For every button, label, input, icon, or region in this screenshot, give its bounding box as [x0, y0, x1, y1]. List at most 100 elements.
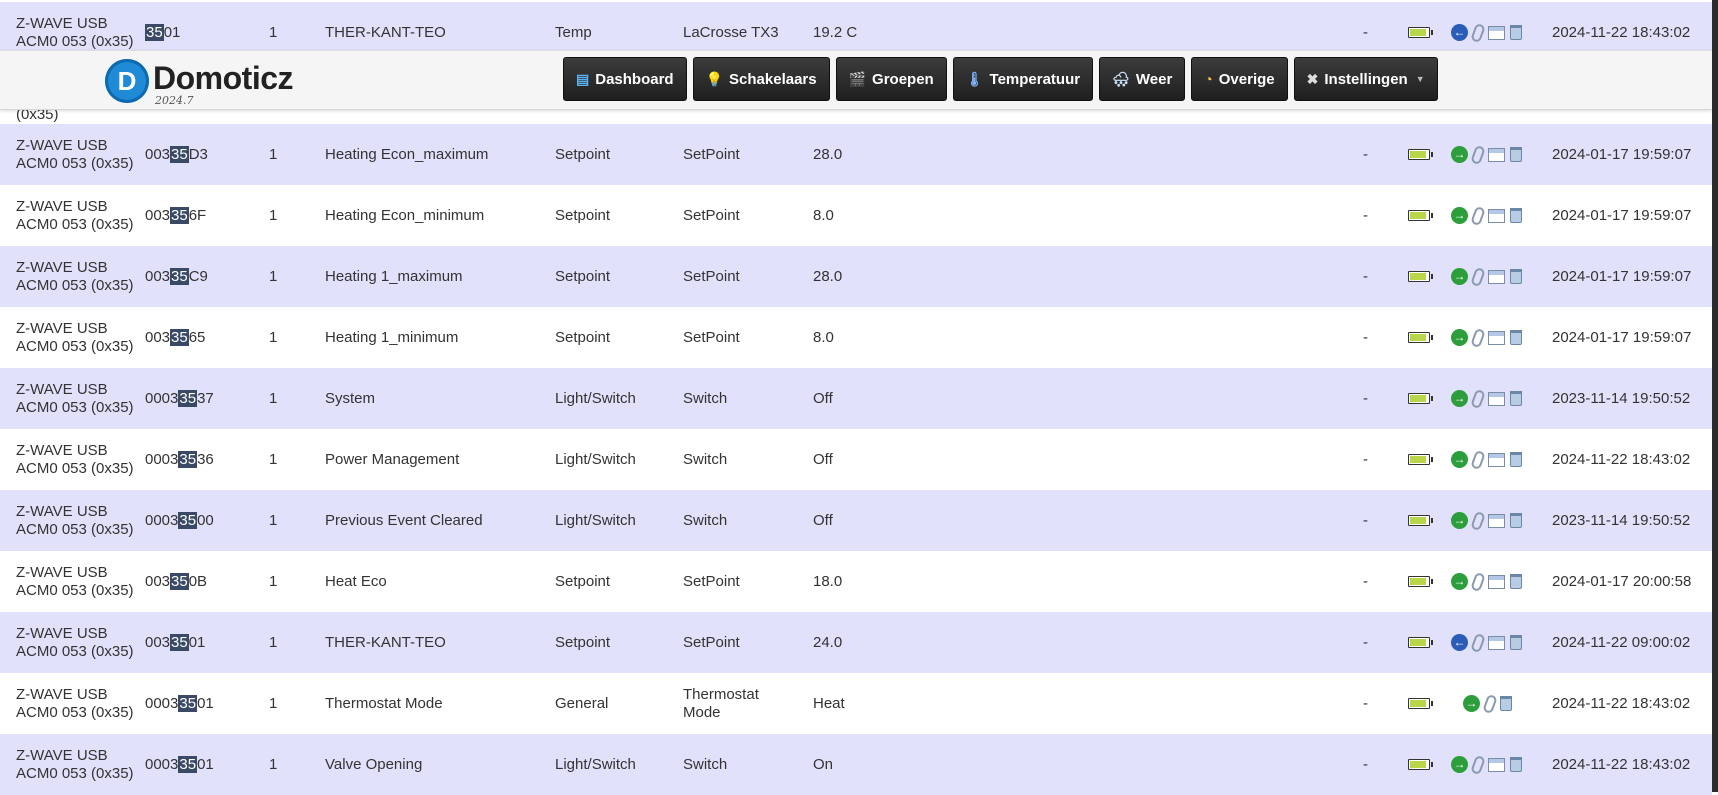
table-row[interactable]: Z-WAVE USB ACM0 053 (0x35) 003 35 65 1 Heatin… — [0, 307, 1712, 368]
add-to-dashboard-icon[interactable]: → — [1451, 268, 1468, 285]
trash-icon[interactable] — [1510, 574, 1522, 589]
unit-cell: 1 — [269, 756, 278, 773]
log-icon[interactable] — [1488, 513, 1505, 528]
edit-icon[interactable] — [1470, 205, 1486, 226]
table-row[interactable]: Z-WAVE USB ACM0 053 (0x35) 003 35 6F 1 Heatin… — [0, 185, 1712, 246]
search-highlight: 35 — [170, 329, 189, 346]
edit-icon[interactable] — [1470, 510, 1486, 531]
add-to-dashboard-icon[interactable]: → — [1451, 451, 1468, 468]
trash-icon[interactable] — [1500, 696, 1512, 711]
add-to-dashboard-icon[interactable]: → — [1451, 146, 1468, 163]
trash-icon[interactable] — [1510, 391, 1522, 406]
add-to-dashboard-icon[interactable]: → — [1463, 695, 1480, 712]
table-row[interactable]: Z-WAVE USB ACM0 053 (0x35) 003 35 0B 1 Heat E… — [0, 551, 1712, 612]
nav-groepen-button[interactable]: 🎬 Groepen — [835, 57, 947, 101]
signal-cell: - — [1363, 512, 1368, 529]
log-icon[interactable] — [1488, 574, 1505, 589]
type-cell: Setpoint — [555, 573, 611, 590]
table-row[interactable]: Z-WAVE USB ACM0 053 (0x35) 0003 35 01 1 Valve… — [0, 734, 1712, 795]
remove-from-dashboard-icon[interactable]: ← — [1451, 634, 1468, 651]
add-to-dashboard-icon[interactable]: → — [1451, 329, 1468, 346]
nav-temperatuur-button[interactable]: 🌡 Temperatuur — [952, 57, 1094, 101]
remove-from-dashboard-icon[interactable]: ← — [1451, 24, 1468, 41]
trash-icon[interactable] — [1510, 147, 1522, 162]
trash-icon[interactable] — [1510, 25, 1522, 40]
edit-icon[interactable] — [1470, 144, 1486, 165]
scrollbar[interactable] — [1712, 0, 1718, 792]
nav-weer-button[interactable]: 🌨 Weer — [1099, 57, 1186, 101]
edit-icon[interactable] — [1470, 388, 1486, 409]
log-icon[interactable] — [1488, 208, 1505, 223]
battery-icon — [1408, 149, 1433, 160]
nav-overige-button[interactable]: ◔ Overige — [1191, 57, 1288, 101]
battery-icon — [1408, 332, 1433, 343]
trash-icon[interactable] — [1510, 452, 1522, 467]
hardware-cell: Z-WAVE USB ACM0 053 (0x35) — [16, 685, 134, 721]
nav-instellingen-button[interactable]: ✖ Instellingen ▼ — [1293, 57, 1438, 101]
edit-icon[interactable] — [1482, 693, 1498, 714]
nav-schakelaars-button[interactable]: 💡 Schakelaars — [692, 57, 830, 101]
table-row[interactable]: Z-WAVE USB ACM0 053 (0x35) 003 35 01 1 THER-K… — [0, 612, 1712, 673]
edit-icon[interactable] — [1470, 266, 1486, 287]
table-row[interactable]: Z-WAVE USB ACM0 053 (0x35) 0003 35 01 1 Therm… — [0, 673, 1712, 734]
data-cell: On — [813, 756, 834, 773]
signal-cell: - — [1363, 573, 1368, 590]
id-cell: 003 35 01 — [145, 612, 205, 673]
last-seen-cell: 2024-01-17 19:59:07 — [1552, 329, 1692, 346]
hardware-cell: Z-WAVE USB ACM0 053 (0x35) — [16, 441, 134, 477]
id-suffix: 65 — [188, 329, 206, 346]
edit-icon[interactable] — [1470, 449, 1486, 470]
data-cell: 8.0 — [813, 329, 834, 346]
search-highlight: 35 — [178, 695, 198, 712]
trash-icon[interactable] — [1510, 513, 1522, 528]
battery-cell — [1408, 673, 1433, 734]
log-icon[interactable] — [1488, 147, 1505, 162]
edit-icon[interactable] — [1470, 571, 1486, 592]
battery-cell — [1408, 429, 1433, 490]
domoticz-logo[interactable]: D Domoticz 2024.7 — [105, 58, 294, 107]
trash-icon[interactable] — [1510, 635, 1522, 650]
table-row[interactable]: Z-WAVE USB ACM0 053 (0x35) 0003 35 00 1 Previ… — [0, 490, 1712, 551]
trash-icon[interactable] — [1510, 757, 1522, 772]
unit-cell: 1 — [269, 390, 278, 407]
table-row[interactable]: Z-WAVE USB ACM0 053 (0x35) 003 35 C9 1 Heatin… — [0, 246, 1712, 307]
signal-cell: - — [1363, 451, 1368, 468]
trash-icon[interactable] — [1510, 269, 1522, 284]
unit-cell: 1 — [269, 268, 278, 285]
trash-icon[interactable] — [1510, 330, 1522, 345]
edit-icon[interactable] — [1470, 754, 1486, 775]
table-row[interactable]: Z-WAVE USB ACM0 053 (0x35) 003 35 D3 1 Heatin… — [0, 124, 1712, 185]
log-icon[interactable] — [1488, 25, 1505, 40]
subtype-cell: SetPoint — [683, 328, 740, 346]
edit-icon[interactable] — [1470, 632, 1486, 653]
table-row[interactable]: Z-WAVE USB ACM0 053 (0x35) 0003 35 36 1 Power… — [0, 429, 1712, 490]
name-cell: Heating Econ_minimum — [325, 207, 485, 224]
id-suffix: C9 — [188, 268, 208, 285]
search-highlight: 35 — [178, 756, 198, 773]
add-to-dashboard-icon[interactable]: → — [1451, 207, 1468, 224]
edit-icon[interactable] — [1470, 22, 1486, 43]
nav-dashboard-button[interactable]: ▤ Dashboard — [563, 57, 687, 101]
id-prefix: 0003 — [145, 695, 179, 712]
log-icon[interactable] — [1488, 757, 1505, 772]
last-seen-cell: 2024-11-22 18:43:02 — [1552, 451, 1691, 468]
trash-icon[interactable] — [1510, 208, 1522, 223]
add-to-dashboard-icon[interactable]: → — [1451, 756, 1468, 773]
id-prefix: 003 — [145, 329, 171, 346]
log-icon[interactable] — [1488, 330, 1505, 345]
log-icon[interactable] — [1488, 391, 1505, 406]
add-to-dashboard-icon[interactable]: → — [1451, 512, 1468, 529]
table-row[interactable]: Z-WAVE USB ACM0 053 (0x35) 0003 35 37 1 Syste… — [0, 368, 1712, 429]
add-to-dashboard-icon[interactable]: → — [1451, 390, 1468, 407]
subtype-cell: Switch — [683, 755, 728, 773]
log-icon[interactable] — [1488, 635, 1505, 650]
log-icon[interactable] — [1488, 269, 1505, 284]
gauge-icon: ◔ — [1204, 71, 1213, 87]
last-seen-cell: 2023-11-14 19:50:52 — [1552, 512, 1691, 529]
battery-cell — [1408, 246, 1433, 307]
log-icon[interactable] — [1488, 452, 1505, 467]
data-cell: Off — [813, 512, 833, 529]
edit-icon[interactable] — [1470, 327, 1486, 348]
weather-icon: 🌨 — [1112, 70, 1130, 87]
add-to-dashboard-icon[interactable]: → — [1451, 573, 1468, 590]
